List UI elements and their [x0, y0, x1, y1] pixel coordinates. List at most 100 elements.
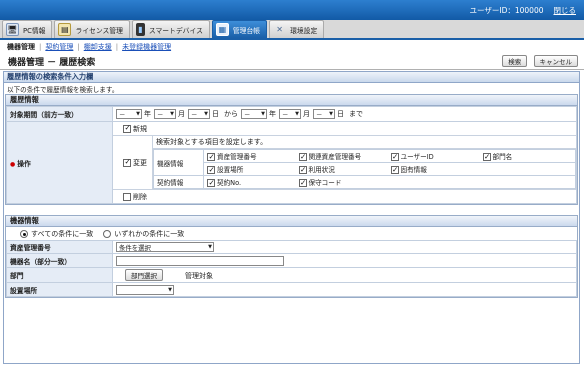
op-delete-row: 削除	[113, 190, 576, 203]
match-mode-radios: すべての条件に一致 いずれかの条件に一致	[6, 227, 577, 240]
target-items: 検索対象とする項目を設定します。 機器情報 資産管理番号 関連資産管理番号 ユー…	[153, 136, 576, 189]
subnav-current: 機器管理	[7, 42, 35, 51]
subnav-separator: |	[39, 42, 42, 51]
top-header-bar: ユーザーID：100000 閉じる	[0, 0, 584, 20]
item-cell: 保守コード	[295, 175, 388, 189]
device-form: 資産管理番号 条件を選択 ▼ 機器名（部分一致） 部門 部門選択 管理対象 設置場所	[6, 240, 577, 297]
subnav-separator: |	[77, 42, 80, 51]
device-name-input[interactable]	[116, 255, 284, 266]
item-checkbox[interactable]	[207, 165, 215, 174]
asset-number-label: 資産管理番号	[6, 240, 113, 254]
op-change-cell: 変更	[113, 136, 153, 189]
operation-label: ● 操作	[6, 121, 113, 204]
subnav-separator: |	[115, 42, 119, 51]
item-instruction: 検索対象とする項目を設定します。	[153, 136, 576, 149]
item-cell: ユーザーID	[387, 149, 480, 163]
start-year-select[interactable]: － ▼	[116, 109, 142, 119]
location-select[interactable]: ▼	[116, 284, 174, 295]
item-cell: 部門名	[479, 149, 576, 163]
tab-label: 環境設定	[290, 26, 318, 35]
item-cell	[479, 162, 576, 176]
cancel-button[interactable]: キャンセル	[533, 55, 578, 67]
match-any-radio[interactable]	[103, 229, 112, 238]
period-label: 対象期間（前方一致）	[6, 106, 113, 122]
item-checkbox[interactable]	[390, 165, 399, 174]
device-name-field	[112, 253, 577, 268]
tab-smart-device[interactable]: ▮ スマートデバイス	[131, 20, 210, 38]
group-contract-info: 契約情報	[153, 175, 204, 189]
department-select-button[interactable]: 部門選択	[125, 269, 163, 281]
delete-checkbox[interactable]	[123, 192, 131, 201]
subnav-link-unregistered[interactable]: 未登録機器管理	[122, 42, 171, 52]
page-title: 機器管理 － 履歴検索	[8, 57, 96, 68]
subnav-link-contract[interactable]: 契約管理	[45, 42, 73, 52]
close-link[interactable]: 閉じる	[554, 5, 577, 16]
op-new-row: 新規	[113, 122, 576, 135]
item-cell	[387, 175, 480, 189]
search-button[interactable]: 検索	[502, 55, 528, 67]
item-checkbox[interactable]	[207, 178, 215, 187]
item-checkbox[interactable]	[482, 152, 491, 161]
ledger-icon: ▦	[215, 23, 229, 36]
main-tabs: 🖥 PC情報 ▤ ライセンス管理 ▮ スマートデバイス ▦ 管理台帳 ✕ 環境設…	[0, 20, 584, 40]
asset-condition-select[interactable]: 条件を選択 ▼	[116, 242, 214, 252]
change-checkbox[interactable]	[123, 157, 131, 167]
history-section: 履歴情報 対象期間（前方一致） － ▼ 年－ ▼ 月－ ▼ 日から－ ▼ 年－ ▼ 月－ ▼ 日まで ●…	[5, 94, 578, 205]
department-note: 管理対象	[185, 272, 213, 280]
item-checkbox[interactable]	[298, 178, 307, 187]
required-marker: ●	[10, 160, 16, 168]
item-cell: 設置場所	[203, 162, 296, 176]
title-buttons: 検索 キャンセル	[498, 55, 578, 67]
license-icon: ▤	[58, 23, 72, 36]
start-month-select[interactable]: － ▼	[154, 109, 176, 119]
item-checkbox[interactable]	[207, 152, 215, 161]
asset-number-field: 条件を選択 ▼	[112, 240, 577, 254]
end-day-select[interactable]: － ▼	[313, 109, 335, 119]
end-year-select[interactable]: － ▼	[241, 109, 267, 119]
item-checkbox[interactable]	[298, 165, 307, 174]
start-day-select[interactable]: － ▼	[188, 109, 210, 119]
settings-icon: ✕	[276, 25, 283, 34]
tab-pc-info[interactable]: 🖥 PC情報	[2, 20, 53, 38]
tab-label: ライセンス管理	[75, 26, 123, 35]
item-cell: 関連資産管理番号	[295, 149, 388, 163]
op-change-row: 変更 検索対象とする項目を設定します。 機器情報 資産管理番号 関連資産管理番号…	[113, 135, 576, 190]
page-title-bar: 機器管理 － 履歴検索 検索 キャンセル	[0, 53, 584, 70]
location-field: ▼	[112, 282, 577, 297]
tab-label: スマートデバイス	[148, 26, 203, 35]
item-table: 機器情報 資産管理番号 関連資産管理番号 ユーザーID 部門名 設置場所 利用状…	[153, 149, 576, 189]
item-checkbox[interactable]	[390, 152, 399, 161]
tab-ledger[interactable]: ▦ 管理台帳	[211, 20, 268, 38]
period-fields: － ▼ 年－ ▼ 月－ ▼ 日から－ ▼ 年－ ▼ 月－ ▼ 日まで	[112, 106, 577, 122]
item-cell: 契約No.	[203, 175, 296, 189]
new-checkbox[interactable]	[123, 123, 131, 133]
item-checkbox[interactable]	[298, 152, 307, 161]
tab-label: PC情報	[23, 26, 46, 35]
tab-settings[interactable]: ✕ 環境設定	[269, 20, 325, 38]
subnav-link-inventory[interactable]: 棚卸支援	[84, 42, 112, 52]
item-cell: 固有情報	[387, 162, 480, 176]
department-label: 部門	[6, 267, 113, 283]
match-all-radio[interactable]	[20, 229, 28, 238]
history-form: 対象期間（前方一致） －▼年－▼月－▼日から－▼年－▼月－▼日まで ●操作 新規…	[6, 106, 577, 204]
user-id: ユーザーID：100000	[469, 5, 544, 15]
device-name-label: 機器名（部分一致）	[6, 253, 113, 268]
smartphone-icon: ▮	[135, 23, 145, 36]
item-cell: 利用状況	[295, 162, 388, 176]
tab-label: 管理台帳	[232, 26, 261, 35]
device-heading: 機器情報	[6, 216, 577, 227]
tab-license[interactable]: ▤ ライセンス管理	[54, 20, 130, 38]
department-field: 部門選択 管理対象	[112, 267, 577, 283]
pc-icon: 🖥	[6, 23, 19, 36]
item-cell: 資産管理番号	[203, 149, 296, 163]
history-heading: 履歴情報	[6, 95, 577, 106]
search-condition-panel: 履歴情報の検索条件入力欄 以下の条件で履歴情報を検索します。 履歴情報 対象期間…	[3, 71, 580, 364]
device-section: 機器情報 すべての条件に一致 いずれかの条件に一致 資産管理番号 条件を選択 ▼ …	[5, 215, 578, 298]
item-cell	[479, 175, 576, 189]
panel-heading: 履歴情報の検索条件入力欄	[4, 72, 579, 83]
end-month-select[interactable]: － ▼	[279, 109, 301, 119]
intro-text: 以下の条件で履歴情報を検索します。	[7, 85, 119, 94]
operation-fields: 新規 変更 検索対象とする項目を設定します。 機器情報 資産管理番号	[112, 121, 577, 204]
sub-navigation: 機器管理 | 契約管理 | 棚卸支援 | 未登録機器管理	[0, 40, 584, 53]
group-device-info: 機器情報	[153, 149, 204, 176]
